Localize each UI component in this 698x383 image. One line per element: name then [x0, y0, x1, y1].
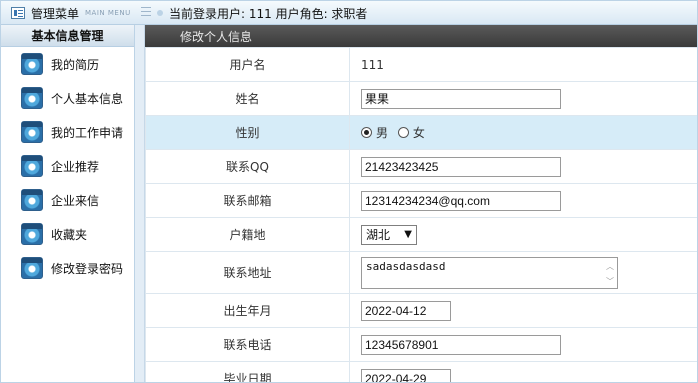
sidebar-item-label: 我的工作申请 [51, 125, 124, 140]
sidebar-item-label: 企业推荐 [51, 159, 100, 174]
form-row-gender: 性别 男 女 [145, 115, 697, 150]
menu-header: 管理菜单 MAIN MENU [1, 1, 135, 25]
menu-subtitle: MAIN MENU [85, 9, 131, 17]
sidebar-item-label: 我的简历 [51, 57, 100, 72]
gear-globe-icon [21, 155, 43, 177]
email-input[interactable]: 12314234234@qq.com [361, 190, 561, 211]
gender-female-radio[interactable]: 女 [397, 124, 425, 141]
sidebar-item-company-recommend[interactable]: 企业推荐 [1, 149, 134, 183]
phone-label: 联系电话 [145, 327, 350, 362]
profile-form: 用户名 111 姓名 果果 性别 男 女 联系QQ 21423423425 联系… [145, 47, 697, 382]
form-row-name: 姓名 果果 [145, 81, 697, 116]
gear-globe-icon [21, 257, 43, 279]
radio-unchecked-icon [397, 127, 409, 138]
gear-globe-icon [21, 223, 43, 245]
gear-globe-icon [21, 189, 43, 211]
scroll-up-icon[interactable]: ︿ [606, 261, 614, 272]
menu-icon [11, 7, 25, 19]
scroll-down-icon[interactable]: ﹀ [606, 276, 614, 287]
birth-label: 出生年月 [145, 293, 350, 328]
hukou-select[interactable]: 湖北 ▼ [361, 224, 417, 245]
hukou-selected-value: 湖北 [366, 228, 391, 242]
sidebar-item-company-letters[interactable]: 企业来信 [1, 183, 134, 217]
name-input[interactable]: 果果 [361, 88, 561, 109]
form-row-email: 联系邮箱 12314234234@qq.com [145, 183, 697, 218]
sidebar-splitter[interactable] [135, 25, 145, 382]
page-title: 修改个人信息 [145, 25, 697, 47]
form-row-hukou: 户籍地 湖北 ▼ [145, 217, 697, 252]
address-label: 联系地址 [145, 251, 350, 294]
radio-checked-icon [361, 127, 372, 138]
gear-globe-icon [21, 53, 43, 75]
phone-input[interactable]: 12345678901 [361, 334, 561, 355]
sidebar: 基本信息管理 我的简历 个人基本信息 我的工作申请 企业推荐 企业来信 收藏夹 … [1, 25, 135, 382]
hukou-label: 户籍地 [145, 217, 350, 252]
email-label: 联系邮箱 [145, 183, 350, 218]
app-window: 管理菜单 MAIN MENU 当前登录用户: 111 用户角色: 求职者 基本信… [0, 0, 698, 383]
form-row-qq: 联系QQ 21423423425 [145, 149, 697, 184]
gender-male-label: 男 [376, 126, 389, 140]
form-row-address: 联系地址 sadasdasdasd ︿ ﹀ [145, 251, 697, 294]
address-value: sadasdasdasd [366, 259, 446, 273]
sidebar-item-label: 企业来信 [51, 193, 100, 208]
gender-male-radio[interactable]: 男 [361, 124, 388, 141]
qq-label: 联系QQ [145, 149, 350, 184]
chevron-down-icon: ▼ [404, 229, 412, 240]
textarea-scrollbar[interactable]: ︿ ﹀ [605, 261, 615, 287]
username-value: 111 [349, 47, 697, 82]
sidebar-item-favorites[interactable]: 收藏夹 [1, 217, 134, 251]
sidebar-item-label: 收藏夹 [51, 227, 88, 242]
graduation-label: 毕业日期 [145, 361, 350, 382]
gear-globe-icon [21, 87, 43, 109]
user-info-text: 当前登录用户: 111 用户角色: 求职者 [169, 6, 368, 21]
current-user-info: 当前登录用户: 111 用户角色: 求职者 [157, 1, 367, 25]
sidebar-group-title[interactable]: 基本信息管理 [1, 25, 134, 47]
graduation-input[interactable]: 2022-04-29 [361, 368, 451, 382]
sidebar-item-change-password[interactable]: 修改登录密码 [1, 251, 134, 285]
gender-label: 性别 [145, 115, 350, 150]
top-bar: 管理菜单 MAIN MENU 当前登录用户: 111 用户角色: 求职者 [1, 1, 697, 25]
main-content: 修改个人信息 用户名 111 姓名 果果 性别 男 女 联系QQ 2142342… [145, 25, 697, 382]
form-row-birth: 出生年月 2022-04-12 [145, 293, 697, 328]
username-label: 用户名 [145, 47, 350, 82]
form-row-phone: 联系电话 12345678901 [145, 327, 697, 362]
name-label: 姓名 [145, 81, 350, 116]
menu-title: 管理菜单 [31, 6, 80, 21]
sidebar-item-label: 修改登录密码 [51, 261, 124, 276]
gear-globe-icon [21, 121, 43, 143]
gender-female-label: 女 [412, 126, 425, 140]
form-row-graduation: 毕业日期 2022-04-29 [145, 361, 697, 382]
sidebar-item-personal-info[interactable]: 个人基本信息 [1, 81, 134, 115]
sidebar-item-job-applications[interactable]: 我的工作申请 [1, 115, 134, 149]
bullet-icon [157, 10, 163, 16]
address-textarea[interactable]: sadasdasdasd ︿ ﹀ [361, 256, 618, 289]
sidebar-item-resume[interactable]: 我的简历 [1, 47, 134, 81]
birth-input[interactable]: 2022-04-12 [361, 300, 451, 321]
sidebar-item-label: 个人基本信息 [51, 91, 124, 106]
form-row-username: 用户名 111 [145, 47, 697, 82]
collapse-menu-icon[interactable] [141, 7, 151, 17]
qq-input[interactable]: 21423423425 [361, 156, 561, 177]
